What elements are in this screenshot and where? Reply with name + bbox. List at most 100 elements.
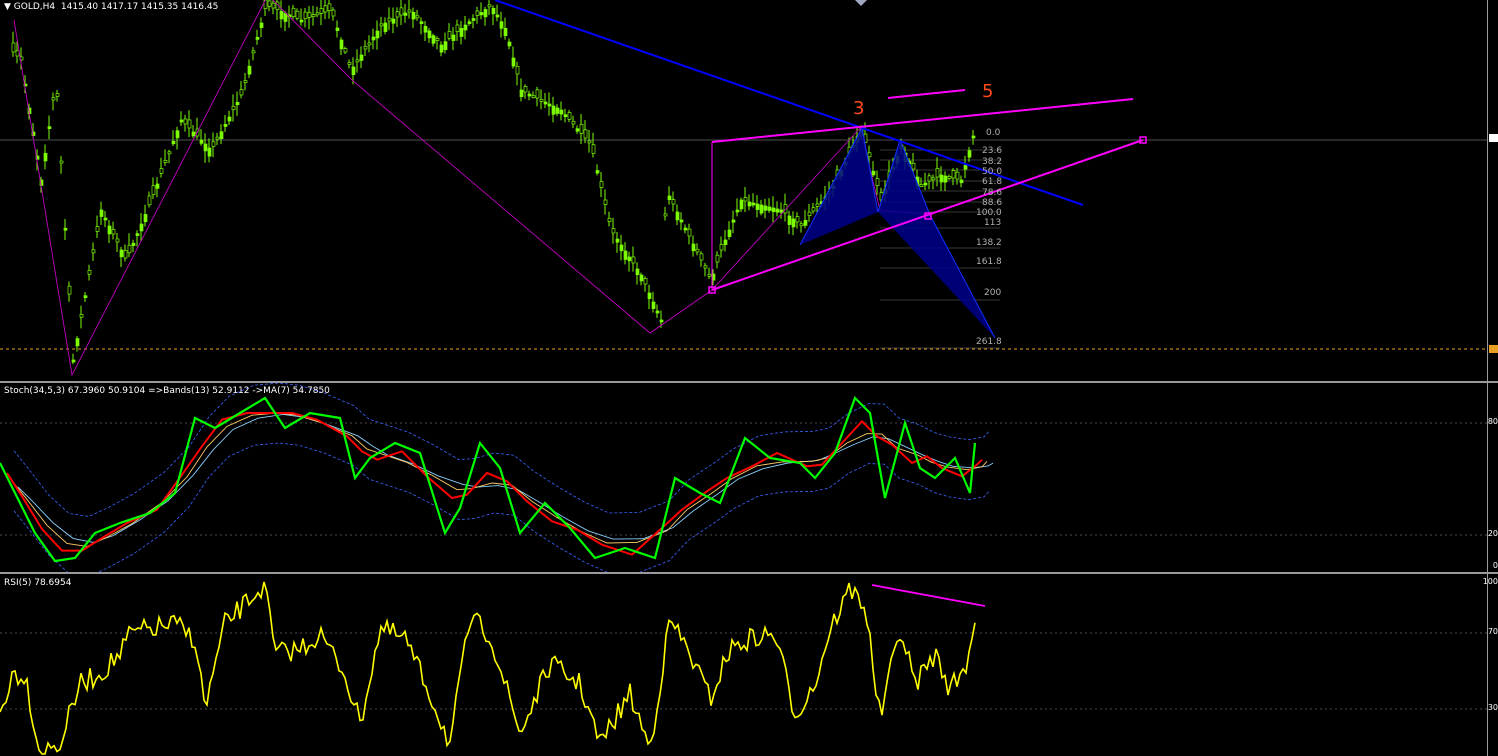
candle-body — [443, 41, 448, 51]
price-scale[interactable] — [1487, 0, 1498, 381]
divergence-line-rsi — [871, 584, 986, 607]
candle-body — [43, 152, 48, 162]
candle-body — [731, 219, 736, 223]
fib-level-23-6: 23.6 — [982, 146, 1003, 156]
fib-level-0: 0.0 — [986, 128, 1001, 138]
candle-body — [391, 18, 396, 24]
candle-body — [931, 177, 936, 181]
candle-body — [459, 27, 464, 37]
candle-body — [699, 253, 704, 261]
candle-body — [347, 62, 352, 65]
candle-body — [695, 248, 700, 253]
candle-body — [911, 162, 916, 170]
candle-body — [183, 118, 188, 125]
candle-body — [395, 11, 400, 18]
stochastic-scale: 80 20 0 — [1487, 383, 1498, 572]
candle-body — [743, 197, 748, 202]
candle-body — [691, 243, 696, 252]
candle-body — [15, 50, 20, 57]
candle-body — [387, 17, 392, 22]
candle-body — [803, 219, 808, 226]
candle-body — [179, 119, 184, 123]
candle-body — [187, 119, 192, 129]
stoch-level-0: 0 — [1492, 561, 1498, 570]
candle-body — [943, 175, 948, 183]
candle-body — [751, 202, 756, 206]
candle-body — [875, 178, 880, 186]
rsi-canvas — [0, 581, 1488, 755]
candle-body — [551, 105, 556, 115]
candle-body — [379, 23, 384, 27]
candle-body — [123, 250, 128, 259]
candle-body — [51, 97, 56, 101]
candle-body — [135, 233, 140, 236]
candle-body — [815, 203, 820, 207]
candle-body — [955, 171, 960, 180]
candle-body — [587, 140, 592, 144]
candle-body — [627, 256, 632, 262]
candle-body — [471, 18, 476, 21]
candle-body — [939, 174, 944, 183]
candle-body — [575, 128, 580, 132]
price-chart-pane[interactable]: ▼ GOLD,H4 1415.40 1417.17 1415.35 1416.4… — [0, 0, 1488, 381]
candle-body — [139, 223, 144, 232]
rsi-pane[interactable]: RSI(5) 78.6954 — [0, 574, 1488, 756]
candle-body — [775, 208, 780, 213]
candle-body — [583, 129, 588, 139]
candle-body — [439, 44, 444, 53]
candle-body — [67, 285, 72, 295]
candle-body — [207, 147, 212, 157]
dropdown-arrow-icon[interactable]: ▼ — [4, 2, 14, 12]
rsi-scale: 100 70 30 — [1483, 574, 1498, 756]
stoch-main-line — [0, 396, 977, 563]
candle-body — [295, 10, 300, 19]
candle-body — [75, 338, 80, 347]
candle-body — [211, 141, 216, 147]
stoch-level-20: 20 — [1487, 529, 1498, 538]
stoch-ma-line — [11, 412, 988, 547]
candle-body — [619, 244, 624, 252]
candle-body — [151, 185, 156, 196]
harmonic-triangle-1 — [800, 128, 878, 245]
candle-body — [503, 27, 508, 37]
candle-body — [491, 7, 496, 15]
scroll-marker-icon — [855, 0, 867, 6]
fib-level-138-2: 138.2 — [976, 238, 1002, 248]
fib-level-78-6: 78.6 — [982, 188, 1003, 198]
candle-body — [679, 219, 684, 223]
fib-level-50: 50.0 — [982, 167, 1003, 177]
candle-body — [103, 217, 108, 221]
candle-body — [723, 239, 728, 245]
candle-body — [375, 30, 380, 39]
candle-body — [519, 89, 524, 98]
candle-body — [259, 22, 264, 28]
candle-body — [303, 11, 308, 20]
candle-body — [271, 2, 276, 9]
candle-body — [351, 66, 356, 75]
candle-body — [523, 86, 528, 93]
candle-body — [107, 225, 112, 235]
candle-body — [307, 12, 312, 18]
candle-body — [447, 31, 452, 39]
candle-body — [539, 99, 544, 102]
candle-body — [247, 65, 252, 75]
stochastic-pane[interactable]: Stoch(34,5,3) 67.3960 50.9104 =>Bands(13… — [0, 383, 1488, 572]
candle-body — [967, 150, 972, 158]
candle-body — [119, 249, 124, 258]
candle-body — [415, 15, 420, 19]
candle-body — [527, 93, 532, 97]
stochastic-header: Stoch(34,5,3) 67.3960 50.9104 =>Bands(13… — [4, 386, 330, 396]
rsi-level-30: 30 — [1487, 703, 1498, 712]
candle-body — [579, 124, 584, 134]
candle-body — [479, 12, 484, 16]
price-chart-canvas — [0, 0, 1488, 377]
candle-body — [83, 295, 88, 299]
candle-body — [763, 205, 768, 211]
candle-body — [143, 214, 148, 223]
candle-body — [427, 30, 432, 39]
candle-body — [647, 292, 652, 299]
candle-body — [267, 0, 272, 7]
candle-body — [807, 211, 812, 217]
candle-body — [919, 184, 924, 187]
candle-body — [631, 256, 636, 264]
